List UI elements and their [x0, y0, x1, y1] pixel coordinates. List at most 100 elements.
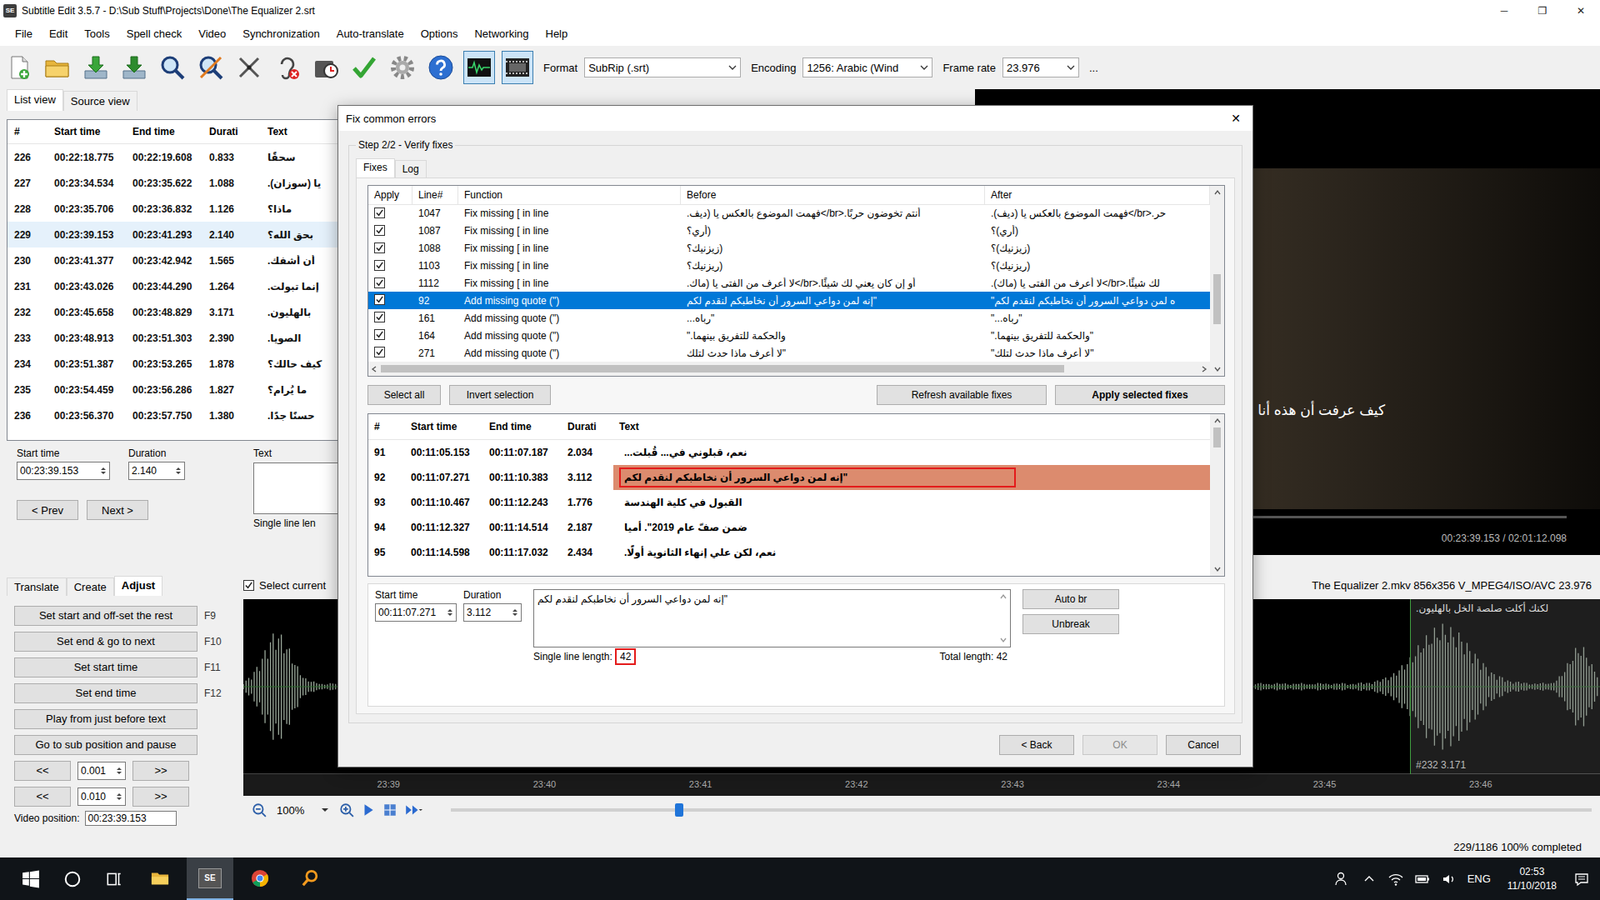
scroll-down-icon[interactable]: [1214, 565, 1221, 573]
people-icon[interactable]: [1334, 870, 1351, 888]
column-header[interactable]: Text: [613, 414, 1210, 440]
column-header[interactable]: Before: [680, 185, 985, 205]
select-all-button[interactable]: Select all: [367, 385, 441, 405]
column-header[interactable]: After: [985, 185, 1210, 205]
spinner-icon[interactable]: [446, 607, 454, 618]
menu-item[interactable]: File: [6, 24, 41, 44]
toolbar-button[interactable]: [425, 50, 457, 85]
scroll-up-icon[interactable]: [1000, 593, 1007, 600]
fix-row[interactable]: 1088Fix missing [ in line(زيزنيك؟(زيزنيك…: [368, 240, 1210, 258]
apply-checkbox[interactable]: [374, 207, 385, 219]
preview-row[interactable]: 9200:11:07.27100:11:10.3833.112"إنه لمن …: [368, 465, 1210, 490]
column-header[interactable]: #: [7, 125, 48, 138]
waveform-scroll-slider[interactable]: [450, 808, 1592, 812]
zoom-in-icon[interactable]: [339, 802, 355, 818]
step-input[interactable]: 0.001: [77, 761, 126, 780]
waveform-paragraph[interactable]: لكنك أكلت صلصة الخل بالهليون.#232 3.171: [1410, 599, 1600, 775]
dialog-close-button[interactable]: ✕: [1219, 105, 1253, 131]
menu-item[interactable]: Auto-translate: [328, 24, 413, 44]
toolbar-button[interactable]: [3, 50, 35, 85]
apply-checkbox[interactable]: [374, 260, 385, 271]
toolbar-button[interactable]: [463, 50, 495, 85]
preview-row[interactable]: 9400:11:12.32700:11:14.5142.187ضمن صفّ ع…: [368, 515, 1210, 540]
show-hidden-icons-icon[interactable]: [1360, 870, 1378, 888]
volume-icon[interactable]: [1440, 870, 1458, 888]
toolbar-button[interactable]: [41, 50, 74, 85]
prev-button[interactable]: < Prev: [16, 500, 79, 520]
window-control-button[interactable]: ✕: [1561, 0, 1600, 21]
column-header[interactable]: Start time: [47, 125, 126, 138]
apply-checkbox[interactable]: [374, 346, 385, 358]
apply-checkbox[interactable]: [374, 329, 385, 340]
select-current-checkbox[interactable]: Select current: [243, 579, 326, 592]
adjust-button[interactable]: Play from just before text: [14, 709, 198, 730]
vertical-scrollbar[interactable]: [1210, 185, 1225, 376]
spinner-icon[interactable]: [100, 465, 107, 476]
network-icon[interactable]: [1387, 870, 1405, 888]
toolbar-button[interactable]: [195, 50, 227, 85]
fix-row[interactable]: 271Add missing quote (")"لا أعرف ماذا حد…: [368, 344, 1210, 362]
toolbar-button[interactable]: [156, 50, 189, 85]
toolbar-button[interactable]: [118, 50, 150, 85]
scroll-right-icon[interactable]: [1200, 365, 1208, 373]
menu-item[interactable]: Spell check: [118, 24, 190, 44]
spinner-icon[interactable]: [511, 607, 519, 618]
fix-row[interactable]: 164Add missing quote (")والحكمة للتفريق …: [368, 326, 1210, 345]
fix-row[interactable]: 161Add missing quote (")"رباه..."رباه...…: [368, 309, 1210, 327]
column-header[interactable]: Apply: [368, 185, 413, 205]
toolbar-button[interactable]: [501, 50, 534, 85]
search-app-button[interactable]: [286, 857, 334, 900]
scroll-left-icon[interactable]: [370, 365, 378, 373]
scroll-up-icon[interactable]: [1214, 189, 1221, 196]
unbreak-button[interactable]: Unbreak: [1022, 614, 1120, 635]
toolbar-button[interactable]: [80, 50, 112, 85]
battery-icon[interactable]: [1414, 870, 1431, 888]
windows-start-icon[interactable]: [21, 870, 40, 889]
zoom-select[interactable]: 100%: [273, 804, 333, 817]
column-header[interactable]: End time: [125, 125, 203, 138]
task-view-icon[interactable]: [105, 870, 124, 889]
step-forward-button[interactable]: >>: [132, 760, 190, 781]
adjust-tab[interactable]: Create: [66, 577, 115, 596]
column-header[interactable]: Function: [458, 185, 681, 205]
adjust-button[interactable]: Go to sub position and pause: [14, 735, 198, 755]
menu-item[interactable]: Synchronization: [234, 24, 329, 44]
menu-item[interactable]: Options: [412, 24, 467, 44]
encoding-select[interactable]: 1256: Arabic (Wind: [802, 57, 933, 78]
apply-checkbox[interactable]: [374, 294, 385, 305]
clock[interactable]: 02:5311/10/2018: [1507, 865, 1557, 892]
menu-item[interactable]: Help: [537, 24, 577, 44]
toolbar-button[interactable]: [386, 50, 419, 85]
fix-row[interactable]: 1047Fix missing [ in lineأنتم تخوضون حرب…: [368, 205, 1210, 223]
adjust-tab[interactable]: Translate: [6, 577, 67, 596]
adjust-tab[interactable]: Adjust: [114, 575, 163, 596]
apply-fixes-button[interactable]: Apply selected fixes: [1055, 385, 1225, 405]
column-header[interactable]: Durati: [202, 125, 261, 138]
spinner-icon[interactable]: [175, 465, 182, 476]
next-button[interactable]: Next >: [86, 500, 149, 520]
adjust-button[interactable]: Set end & go to next: [14, 631, 198, 652]
forward-icon[interactable]: [404, 802, 423, 818]
preview-row[interactable]: 9300:11:10.46700:11:12.2431.776القبول في…: [368, 490, 1210, 515]
duration-input[interactable]: 2.140: [128, 461, 185, 480]
more-button[interactable]: ...: [1089, 61, 1099, 75]
window-control-button[interactable]: ─: [1485, 0, 1524, 21]
frame-rate-select[interactable]: 23.976: [1002, 57, 1080, 78]
menu-item[interactable]: Tools: [75, 24, 118, 44]
subtitle-edit-button[interactable]: SE: [186, 857, 234, 900]
play-icon[interactable]: [360, 802, 376, 818]
notifications-icon[interactable]: [1573, 870, 1590, 888]
toolbar-button[interactable]: [348, 50, 380, 85]
fix-text-input[interactable]: "إنه لمن دواعي السرور أن نخاطبكم لنقدم ل…: [533, 589, 1011, 648]
fix-row[interactable]: 92Add missing quote (")"إنه لمن دواعي ال…: [368, 291, 1210, 310]
toolbar-button[interactable]: [271, 50, 304, 85]
adjust-button[interactable]: Set end time: [14, 683, 198, 704]
slider-thumb[interactable]: [675, 803, 684, 817]
preview-row[interactable]: 9500:11:14.59800:11:17.0322.434نعم، لكن …: [368, 540, 1210, 565]
fix-row[interactable]: 1112Fix missing [ in lineأو إن كان يعني …: [368, 275, 1210, 293]
view-tab[interactable]: List view: [6, 89, 64, 111]
window-control-button[interactable]: ❐: [1523, 0, 1562, 21]
column-header[interactable]: Start time: [405, 414, 484, 440]
adjust-button[interactable]: Set start time: [14, 657, 198, 678]
dialog-button[interactable]: < Back: [999, 735, 1075, 755]
